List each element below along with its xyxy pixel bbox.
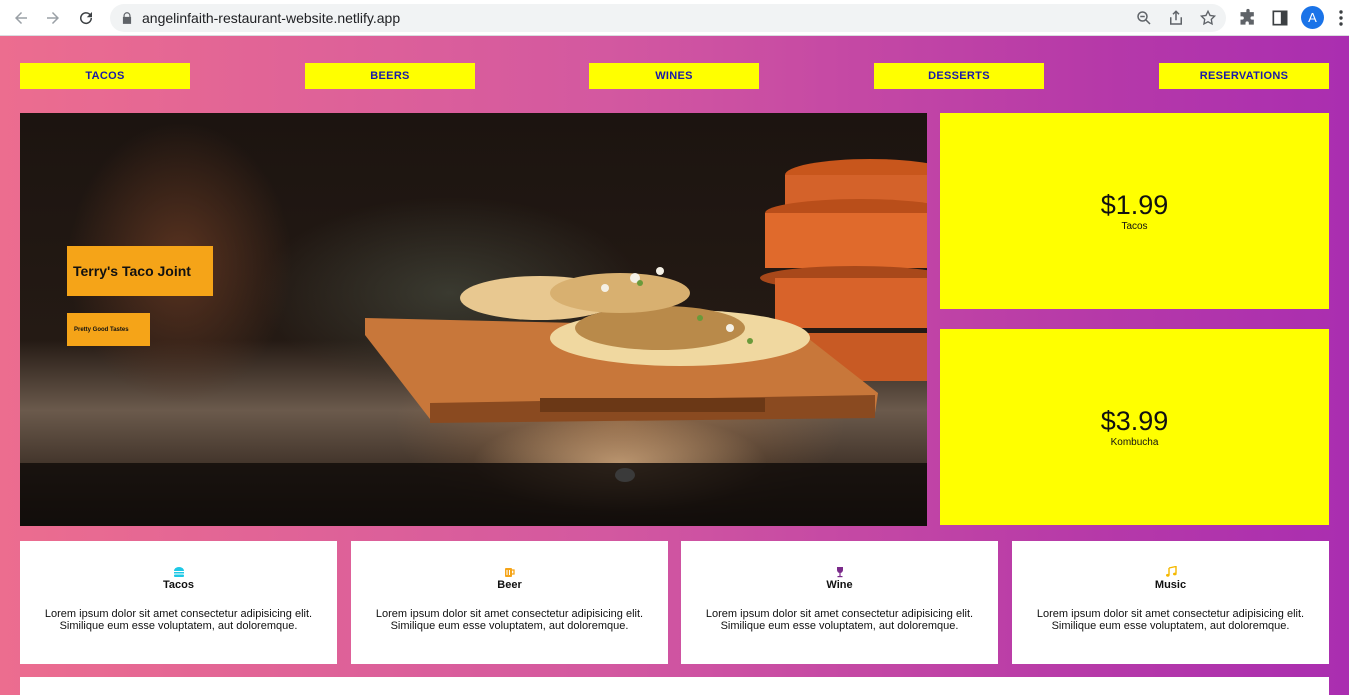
nav-item-wines[interactable]: WINES (589, 63, 759, 89)
feature-title: Music (1154, 579, 1187, 591)
reload-icon[interactable] (75, 7, 97, 29)
nav-item-tacos[interactable]: TACOS (20, 63, 190, 89)
hero-subtitle: Pretty Good Tastes (67, 313, 150, 346)
feature-card-wine: Wine Lorem ipsum dolor sit amet consecte… (681, 541, 998, 664)
nav-item-reservations[interactable]: RESERVATIONS (1159, 63, 1329, 89)
wine-glass-icon (833, 566, 847, 578)
hamburger-icon (172, 566, 186, 578)
feature-card-music: Music Lorem ipsum dolor sit amet consect… (1012, 541, 1329, 664)
nav-item-beers[interactable]: BEERS (305, 63, 475, 89)
bookmark-star-icon[interactable] (1199, 9, 1217, 27)
menu-icon[interactable] (1338, 9, 1344, 27)
lock-icon[interactable] (120, 11, 134, 25)
page-viewport: TACOS BEERS WINES DESSERTS RESERVATIONS (0, 36, 1349, 695)
price-label: Kombucha (1110, 437, 1159, 448)
profile-avatar[interactable]: A (1301, 6, 1324, 29)
feature-title: Wine (826, 579, 853, 591)
price-card-tacos: $1.99 Tacos (940, 113, 1329, 309)
share-icon[interactable] (1167, 9, 1185, 27)
feature-card-beer: Beer Lorem ipsum dolor sit amet consecte… (351, 541, 668, 664)
url-text[interactable]: angelinfaith-restaurant-website.netlify.… (142, 10, 400, 26)
next-section-strip (20, 677, 1329, 695)
back-icon[interactable] (10, 7, 32, 29)
music-note-icon (1164, 566, 1178, 578)
extensions-icon[interactable] (1238, 8, 1258, 28)
side-panel-icon[interactable] (1270, 8, 1290, 28)
feature-card-tacos: Tacos Lorem ipsum dolor sit amet consect… (20, 541, 337, 664)
feature-title: Tacos (163, 579, 194, 591)
price-value: $3.99 (1100, 406, 1169, 436)
hero-banner: Terry's Taco Joint Pretty Good Tastes (20, 113, 927, 526)
price-value: $1.99 (1100, 190, 1169, 220)
address-bar[interactable]: angelinfaith-restaurant-website.netlify.… (110, 4, 1226, 32)
feature-text: Lorem ipsum dolor sit amet consectetur a… (375, 608, 644, 632)
hero-title: Terry's Taco Joint (67, 246, 213, 296)
feature-text: Lorem ipsum dolor sit amet consectetur a… (1036, 608, 1305, 632)
browser-toolbar: angelinfaith-restaurant-website.netlify.… (0, 0, 1349, 36)
main-nav: TACOS BEERS WINES DESSERTS RESERVATIONS (20, 63, 1329, 89)
price-label: Tacos (1121, 221, 1148, 232)
feature-title: Beer (497, 579, 522, 591)
hero-food-photo (20, 159, 927, 526)
price-card-kombucha: $3.99 Kombucha (940, 329, 1329, 525)
feature-text: Lorem ipsum dolor sit amet consectetur a… (705, 608, 974, 632)
nav-item-desserts[interactable]: DESSERTS (874, 63, 1044, 89)
forward-icon[interactable] (42, 7, 64, 29)
beer-mug-icon (503, 566, 517, 578)
feature-text: Lorem ipsum dolor sit amet consectetur a… (44, 608, 313, 632)
zoom-icon[interactable] (1135, 9, 1153, 27)
